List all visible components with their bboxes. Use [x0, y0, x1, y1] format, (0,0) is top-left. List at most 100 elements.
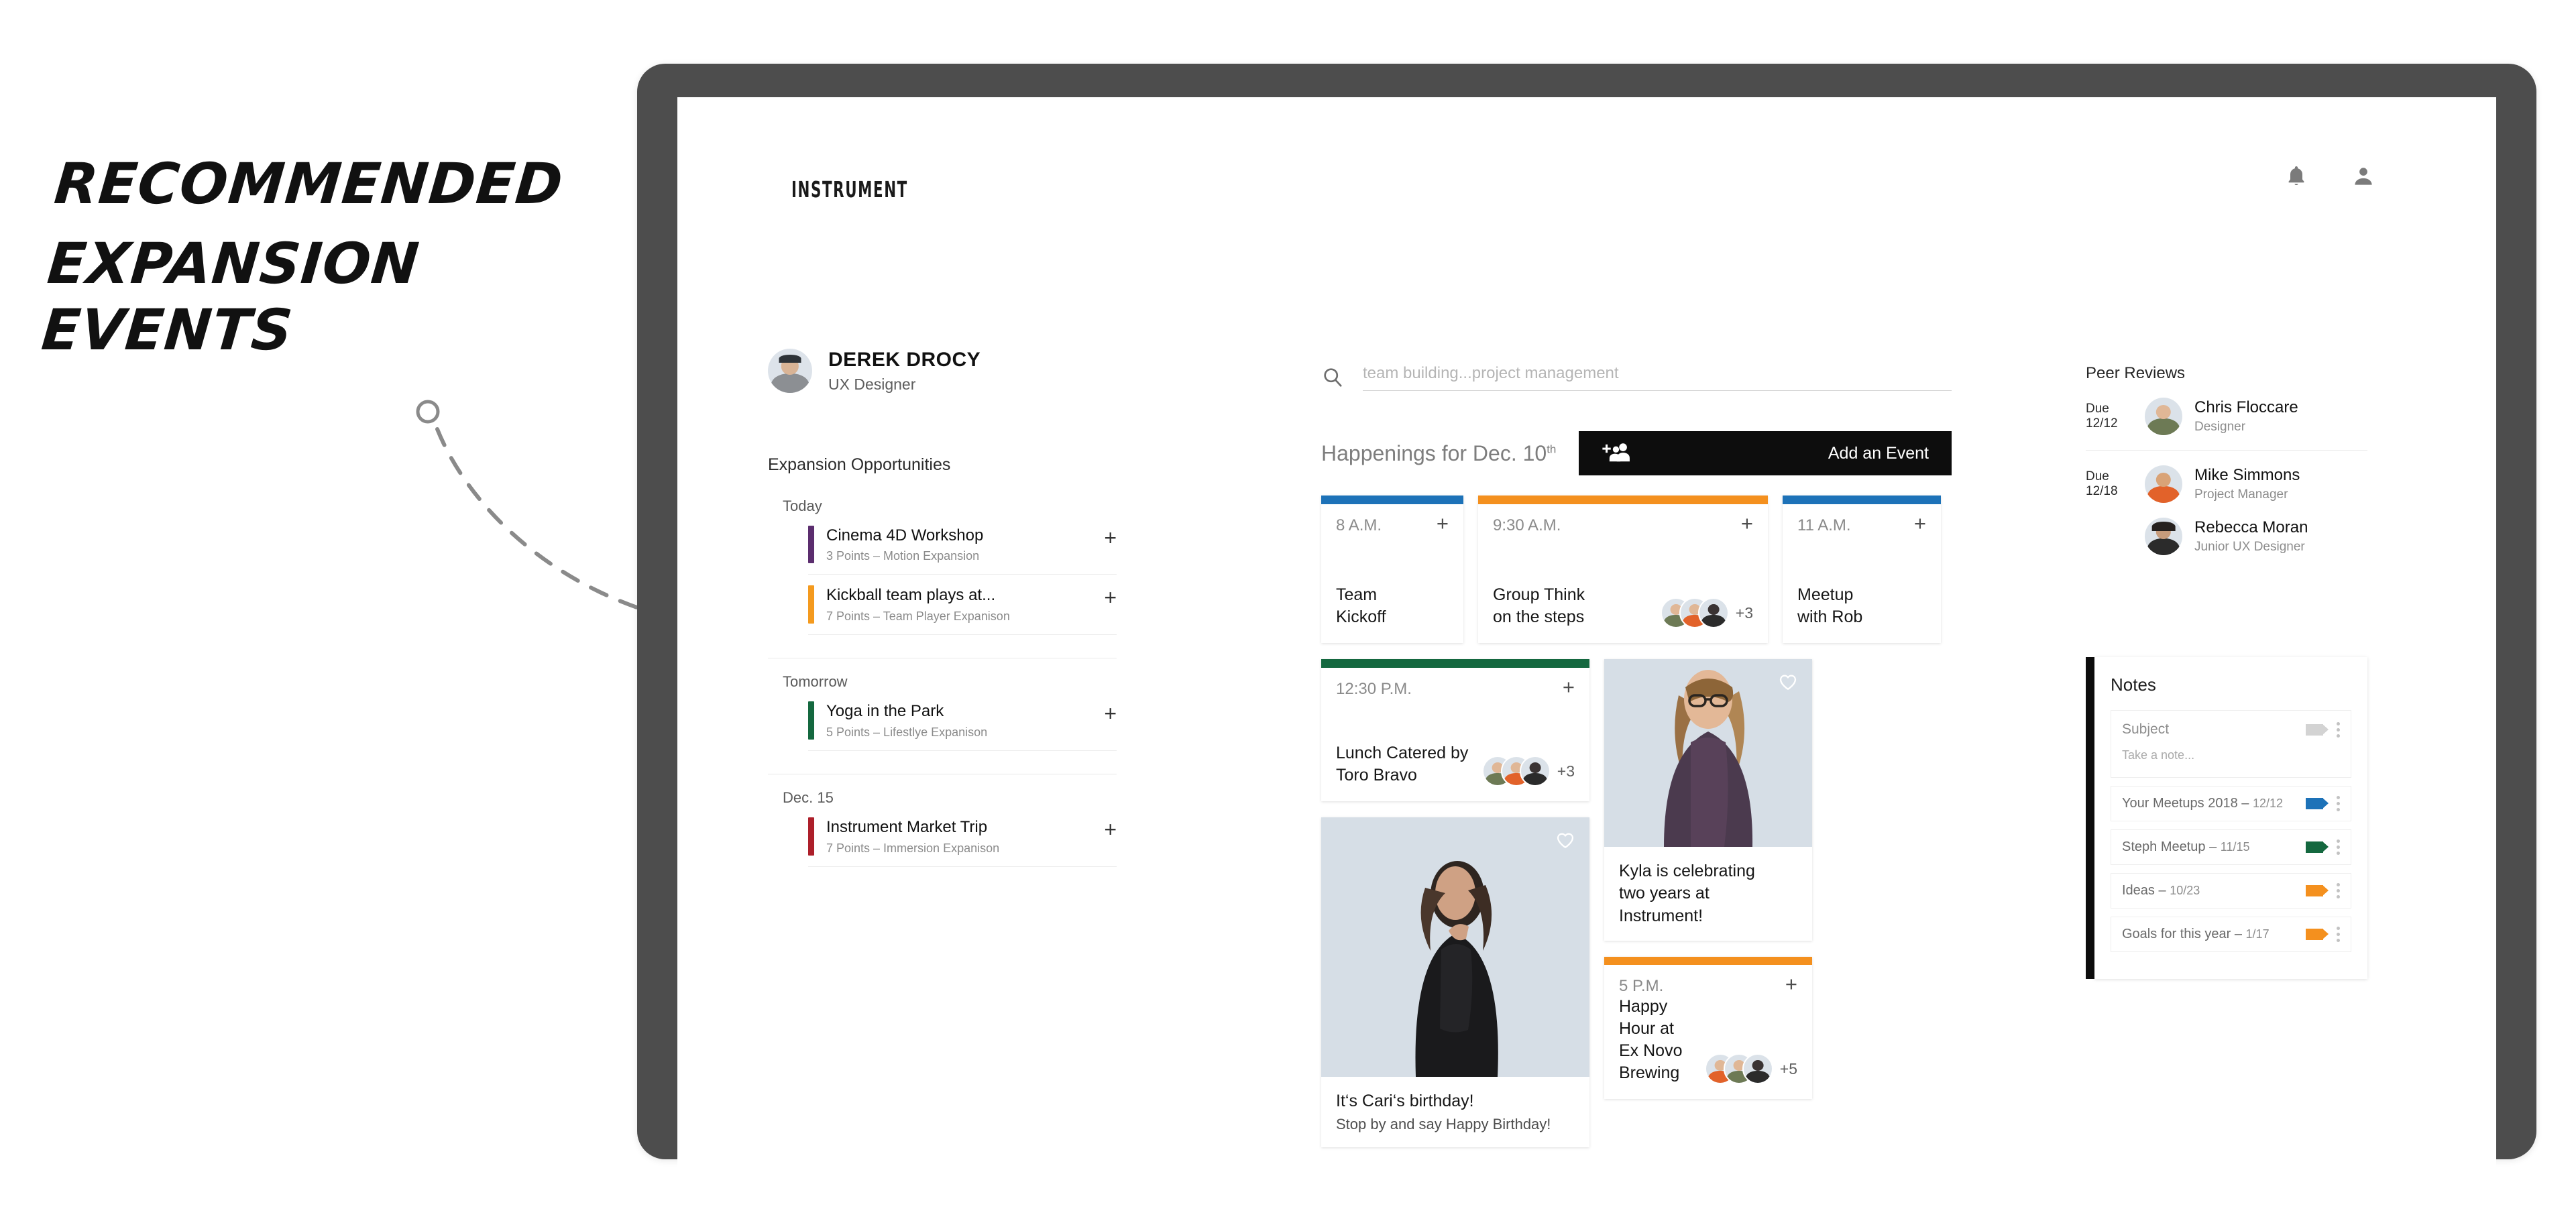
tag-icon[interactable] [2306, 841, 2329, 853]
add-opportunity-icon[interactable]: + [1097, 701, 1117, 724]
opportunity-row[interactable]: Yoga in the Park 5 Points – Lifestlye Ex… [808, 701, 1117, 751]
profile-role: UX Designer [828, 375, 916, 393]
search-field[interactable] [1363, 364, 1952, 391]
screenshot-root: Recommended Expansion Events INSTRUMENT [0, 0, 2576, 1223]
opportunity-title: Cinema 4D Workshop [826, 526, 984, 544]
note-label: Ideas – 10/23 [2122, 883, 2200, 898]
expansion-opportunities-label: Expansion Opportunities [768, 455, 951, 474]
event-card[interactable]: 5 P.M. + Happy Hour at Ex Novo Brewing +… [1604, 957, 1812, 1099]
photo-caption: It‘s Cari‘s birthday! Stop by and say Ha… [1321, 1077, 1589, 1147]
note-item[interactable]: Ideas – 10/23 [2111, 873, 2351, 909]
event-card[interactable]: 11 A.M. + Meetup with Rob [1783, 496, 1941, 643]
photo-card-cari[interactable]: It‘s Cari‘s birthday! Stop by and say Ha… [1321, 817, 1589, 1147]
peer-reviews-title: Peer Reviews [2086, 364, 2186, 382]
profile-block[interactable]: DEREK DROCY UX Designer [768, 349, 1117, 394]
day-label: Tomorrow [783, 673, 848, 691]
event-card[interactable]: 8 A.M. + Team Kickoff [1321, 496, 1463, 643]
add-event-button[interactable]: Add an Event [1579, 431, 1952, 475]
add-opportunity-icon[interactable]: + [1097, 817, 1117, 840]
more-options-icon[interactable] [2333, 883, 2340, 898]
photo [1321, 817, 1589, 1078]
card-color-bar [1321, 496, 1463, 504]
search-icon[interactable] [1321, 365, 1344, 388]
opportunity-subtitle: 5 Points – Lifestlye Expanison [826, 725, 988, 739]
more-options-icon[interactable] [2333, 796, 2340, 811]
note-subject-placeholder[interactable]: Subject [2122, 721, 2169, 738]
heart-icon[interactable] [1556, 831, 1575, 850]
reviewer-role: Junior UX Designer [2194, 540, 2305, 555]
person-silhouette [1664, 669, 1753, 847]
peer-review-row[interactable]: Due 12/18 Mike Simmons Project Manager [2086, 451, 2367, 518]
attendee-avatar-stack[interactable]: +3 [1481, 756, 1575, 787]
peer-review-row[interactable]: Rebecca Moran Junior UX Designer [2086, 518, 2367, 570]
event-name: Lunch Catered by Toro Bravo [1336, 744, 1469, 784]
main-content: Happenings for Dec. 10th Add an Event [1321, 364, 1952, 1147]
search-input[interactable] [1363, 364, 1952, 383]
avatar [1697, 597, 1729, 628]
due-date: 12/18 [2086, 484, 2118, 498]
opportunity-row[interactable]: Cinema 4D Workshop 3 Points – Motion Exp… [808, 525, 1117, 575]
attendee-avatar-stack[interactable]: +3 [1660, 597, 1753, 628]
note-item[interactable]: Goals for this year – 1/17 [2111, 917, 2351, 952]
tag-icon[interactable] [2306, 885, 2329, 896]
event-card-row: 12:30 P.M. + Lunch Catered by Toro Bravo [1321, 659, 1952, 1147]
attendee-overflow-count: +3 [1735, 603, 1753, 622]
tag-icon[interactable] [2306, 929, 2329, 940]
note-body-placeholder[interactable]: Take a note... [2122, 748, 2340, 762]
note-date: 12/12 [2252, 797, 2284, 810]
more-options-icon[interactable] [2333, 927, 2340, 942]
due-block: Due 12/12 [2086, 402, 2133, 431]
add-event-icon[interactable]: + [1437, 513, 1449, 534]
annotation-line-1: Recommended [52, 151, 566, 217]
tablet-frame: INSTRUMENT DEREK DROCY UX Designer Expan… [637, 64, 2536, 1170]
peer-review-row[interactable]: Due 12/12 Chris Floccare Designer [2086, 383, 2367, 451]
person-silhouette [1415, 861, 1498, 1078]
add-event-icon[interactable]: + [1914, 513, 1926, 534]
tag-icon[interactable] [2306, 798, 2329, 809]
opportunity-subtitle: 7 Points – Immersion Expanison [826, 841, 1000, 855]
day-group-today: Today Cinema 4D Workshop 3 Points – Moti… [768, 498, 1117, 636]
add-event-icon[interactable]: + [1741, 513, 1753, 534]
reviewer-name: Mike Simmons [2194, 465, 2300, 484]
note-item[interactable]: Your Meetups 2018 – 12/12 [2111, 786, 2351, 821]
event-card[interactable]: 9:30 A.M. + Group Think on the steps +3 [1478, 496, 1768, 643]
avatar [2145, 465, 2182, 503]
happenings-title-text: Happenings for Dec. 10 [1321, 441, 1547, 465]
card-color-bar [1478, 496, 1768, 504]
photo-title: It‘s Cari‘s birthday! [1336, 1092, 1474, 1111]
due-label: Due [2086, 402, 2109, 416]
more-options-icon[interactable] [2333, 721, 2340, 738]
due-label: Due [2086, 469, 2109, 484]
add-event-icon[interactable]: + [1785, 974, 1797, 994]
photo-card-kyla[interactable]: Kyla is celebrating two years at Instrum… [1604, 659, 1812, 941]
happenings-title: Happenings for Dec. 10th [1321, 441, 1556, 466]
note-label: Steph Meetup – 11/15 [2122, 839, 2250, 854]
happenings-title-suffix: th [1547, 442, 1557, 455]
day-group-dec-15: Dec. 15 Instrument Market Trip 7 Points … [768, 773, 1117, 867]
add-event-label: Add an Event [1828, 443, 1929, 463]
heart-icon[interactable] [1779, 673, 1797, 691]
attendee-avatar-stack[interactable]: +5 [1704, 1053, 1797, 1084]
opportunity-row[interactable]: Instrument Market Trip 7 Points – Immers… [808, 817, 1117, 867]
category-color-bar [808, 585, 814, 624]
tag-icon[interactable] [2306, 723, 2329, 736]
add-opportunity-icon[interactable]: + [1097, 526, 1117, 548]
add-opportunity-icon[interactable]: + [1097, 585, 1117, 608]
opportunity-title: Kickball team plays at... [826, 586, 996, 605]
note-date: 1/17 [2245, 927, 2270, 941]
note-date: 10/23 [2170, 884, 2200, 897]
attendee-overflow-count: +5 [1779, 1059, 1797, 1078]
category-color-bar [808, 701, 814, 740]
more-options-icon[interactable] [2333, 839, 2340, 855]
new-note-composer[interactable]: Subject Take a note... [2111, 710, 2351, 778]
opportunity-row[interactable]: Kickball team plays at... 7 Points – Tea… [808, 585, 1117, 636]
avatar [2145, 518, 2182, 555]
tablet-screen: INSTRUMENT DEREK DROCY UX Designer Expan… [677, 97, 2496, 1170]
add-people-icon [1602, 443, 1630, 462]
add-event-icon[interactable]: + [1563, 677, 1575, 697]
event-card[interactable]: 12:30 P.M. + Lunch Catered by Toro Bravo [1321, 659, 1589, 801]
note-item[interactable]: Steph Meetup – 11/15 [2111, 829, 2351, 865]
opportunity-title: Instrument Market Trip [826, 817, 988, 836]
event-card-row: 8 A.M. + Team Kickoff 9:30 A.M. + Group … [1321, 496, 1952, 643]
app-header: INSTRUMENT [677, 97, 2496, 202]
